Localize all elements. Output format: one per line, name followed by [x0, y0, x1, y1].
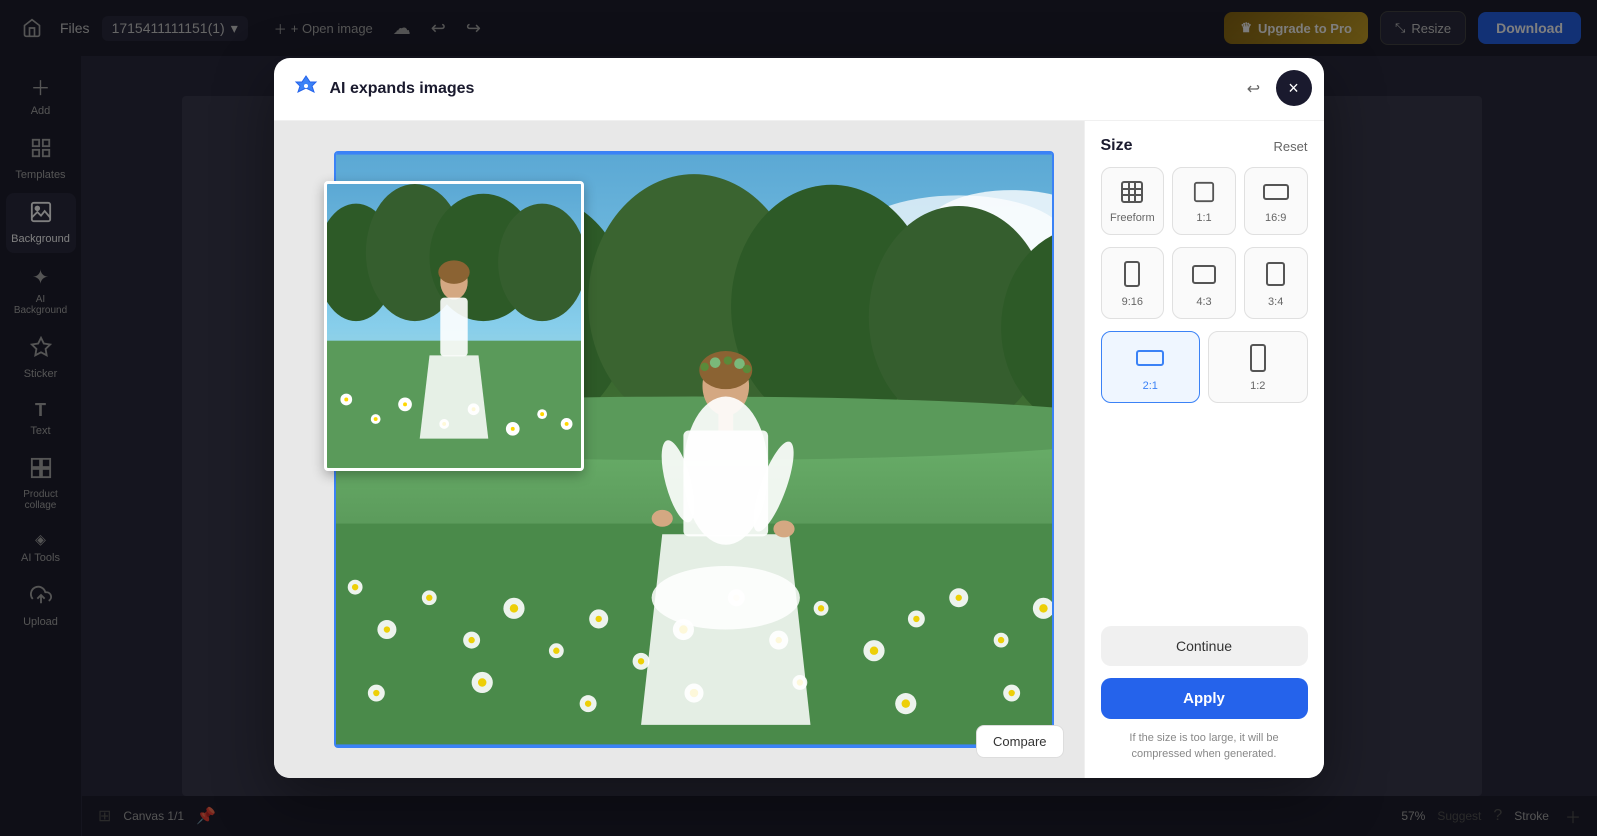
- compare-button[interactable]: Compare: [976, 725, 1063, 758]
- size-option-4-3[interactable]: 4:3: [1172, 247, 1236, 319]
- freeform-icon: [1118, 178, 1146, 206]
- 9-16-icon: [1118, 258, 1146, 290]
- 16-9-icon: [1262, 178, 1290, 206]
- modal-canvas: Compare: [274, 121, 1084, 778]
- 1-1-label: 1:1: [1196, 212, 1211, 224]
- size-option-9-16[interactable]: 9:16: [1101, 247, 1165, 319]
- size-option-1-1[interactable]: 1:1: [1172, 167, 1236, 235]
- continue-button[interactable]: Continue: [1101, 626, 1308, 666]
- size-option-3-4[interactable]: 3:4: [1244, 247, 1308, 319]
- original-image-overlay: [324, 181, 584, 471]
- size-grid-row3: 2:1 1:2: [1101, 331, 1308, 403]
- ai-icon: [294, 74, 318, 104]
- modal-panel: Size Reset Free: [1084, 121, 1324, 778]
- 1-2-icon: [1244, 342, 1272, 374]
- size-grid-row1: Freeform 1:1: [1101, 167, 1308, 235]
- 16-9-label: 16:9: [1265, 212, 1286, 224]
- panel-note: If the size is too large, it will be com…: [1101, 731, 1308, 762]
- panel-header: Size Reset: [1101, 137, 1308, 155]
- apply-button[interactable]: Apply: [1101, 678, 1308, 719]
- size-option-16-9[interactable]: 16:9: [1244, 167, 1308, 235]
- modal-overlay: AI expands images ↩ ↪ ×: [0, 0, 1597, 836]
- freeform-label: Freeform: [1110, 212, 1155, 224]
- modal-header: AI expands images ↩ ↪ ×: [274, 58, 1324, 121]
- modal-title: AI expands images: [330, 80, 1229, 98]
- panel-title: Size: [1101, 137, 1133, 155]
- 2-1-label: 2:1: [1143, 380, 1158, 392]
- 4-3-icon: [1190, 258, 1218, 290]
- 3-4-icon: [1262, 258, 1290, 290]
- size-option-1-2[interactable]: 1:2: [1208, 331, 1308, 403]
- 4-3-label: 4:3: [1196, 296, 1211, 308]
- 3-4-label: 3:4: [1268, 296, 1283, 308]
- 9-16-label: 9:16: [1122, 296, 1143, 308]
- modal-body: Compare Size Reset: [274, 121, 1324, 778]
- size-option-2-1[interactable]: 2:1: [1101, 331, 1201, 403]
- ai-expands-modal: AI expands images ↩ ↪ ×: [274, 58, 1324, 778]
- modal-close-button[interactable]: ×: [1276, 70, 1312, 106]
- size-option-freeform[interactable]: Freeform: [1101, 167, 1165, 235]
- panel-reset-button[interactable]: Reset: [1274, 139, 1308, 154]
- 1-1-icon: [1190, 178, 1218, 206]
- modal-undo-button[interactable]: ↩: [1241, 75, 1266, 103]
- size-grid-row2: 9:16 4:3: [1101, 247, 1308, 319]
- 2-1-icon: [1136, 342, 1164, 374]
- 1-2-label: 1:2: [1250, 380, 1265, 392]
